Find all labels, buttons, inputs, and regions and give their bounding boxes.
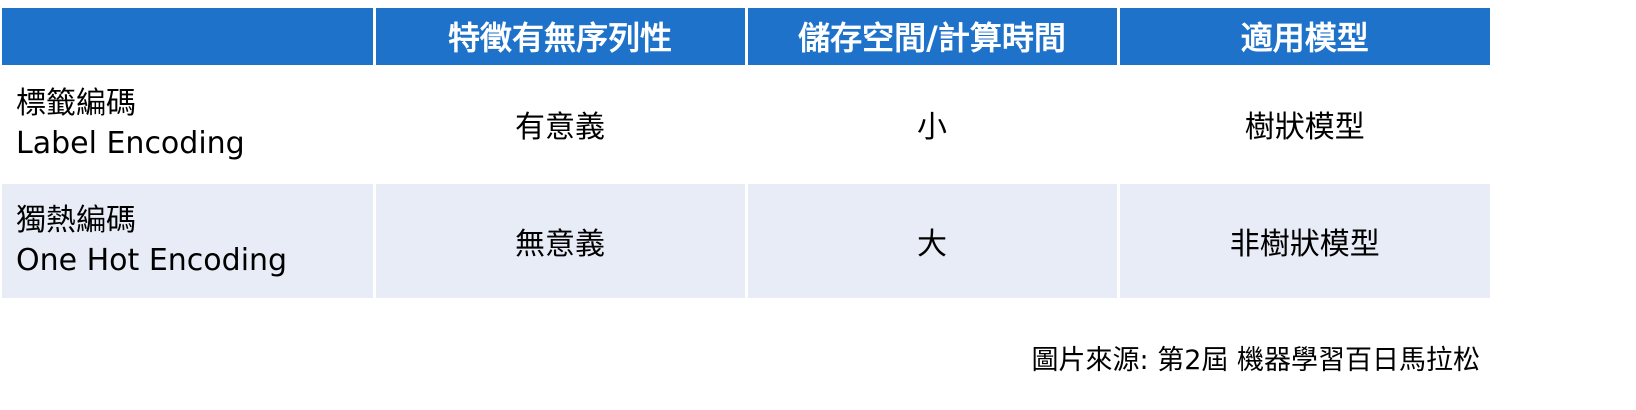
ordinality-cell: 無意義 <box>374 182 748 298</box>
image-source-caption: 圖片來源: 第2屆 機器學習百日馬拉松 <box>1031 345 1480 376</box>
header-cell-storage-compute: 儲存空間/計算時間 <box>746 8 1120 68</box>
encoding-name-cell: 獨熱編碼 One Hot Encoding <box>2 182 376 298</box>
applicable-model-cell: 非樹狀模型 <box>1229 227 1380 262</box>
encoding-name-zh: 獨熱編碼 <box>16 203 136 238</box>
table-row: 獨熱編碼 One Hot Encoding 無意義 大 非樹狀模型 <box>2 182 1490 298</box>
encoding-name-en: Label Encoding <box>16 125 245 161</box>
table-row: 標籤編碼 Label Encoding 有意義 小 樹狀模型 <box>2 66 1490 182</box>
header-cell-empty <box>2 8 376 68</box>
header-cell-ordinality: 特徵有無序列性 <box>374 8 748 68</box>
header-cell-applicable-model: 適用模型 <box>1118 8 1490 68</box>
encoding-name-en: One Hot Encoding <box>16 243 288 278</box>
encoding-comparison-table: 特徵有無序列性 儲存空間/計算時間 適用模型 標籤編碼 Label Encodi… <box>2 8 1490 298</box>
storage-compute-cell: 小 <box>746 66 1120 182</box>
encoding-name-cell: 標籤編碼 Label Encoding <box>2 66 376 182</box>
applicable-model-cell: 樹狀模型 <box>1244 109 1365 145</box>
ordinality-cell: 有意義 <box>374 66 748 182</box>
table-header-row: 特徵有無序列性 儲存空間/計算時間 適用模型 <box>2 8 1490 68</box>
encoding-name-zh: 標籤編碼 <box>16 85 136 121</box>
storage-compute-cell: 大 <box>746 182 1120 298</box>
